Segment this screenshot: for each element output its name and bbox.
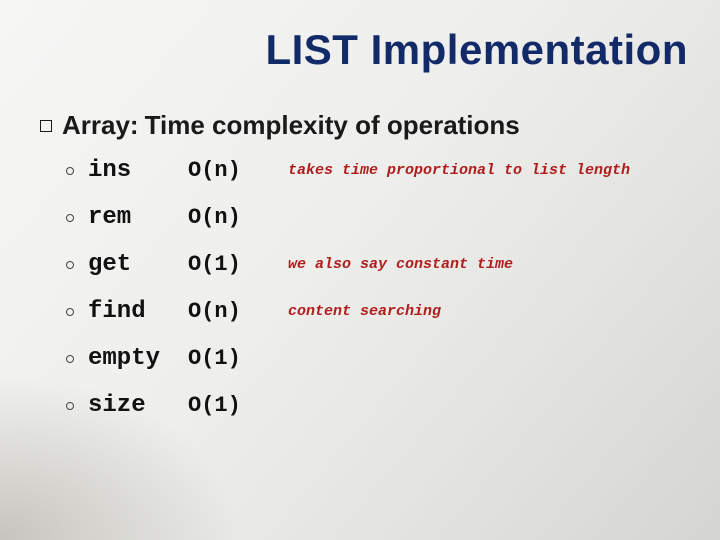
op-complexity: O(n) bbox=[188, 299, 288, 324]
list-item: ins O(n) takes time proportional to list… bbox=[66, 157, 696, 184]
circle-bullet-icon bbox=[66, 308, 74, 316]
circle-bullet-icon bbox=[66, 167, 74, 175]
op-name: find bbox=[88, 298, 188, 325]
op-note: takes time proportional to list length bbox=[288, 162, 630, 179]
op-name: size bbox=[88, 392, 188, 419]
circle-bullet-icon bbox=[66, 261, 74, 269]
circle-bullet-icon bbox=[66, 355, 74, 363]
array-bullet-line: Array: Time complexity of operations bbox=[40, 110, 696, 141]
slide-content: Array: Time complexity of operations ins… bbox=[40, 110, 696, 439]
op-complexity: O(1) bbox=[188, 252, 288, 277]
list-item: size O(1) bbox=[66, 392, 696, 419]
square-bullet-icon bbox=[40, 120, 52, 132]
op-note: content searching bbox=[288, 303, 441, 320]
op-note: we also say constant time bbox=[288, 256, 513, 273]
list-item: get O(1) we also say constant time bbox=[66, 251, 696, 278]
slide-title: LIST Implementation bbox=[0, 26, 688, 74]
op-complexity: O(1) bbox=[188, 346, 288, 371]
array-label: Array: bbox=[62, 110, 139, 141]
op-complexity: O(1) bbox=[188, 393, 288, 418]
op-complexity: O(n) bbox=[188, 205, 288, 230]
circle-bullet-icon bbox=[66, 402, 74, 410]
list-item: empty O(1) bbox=[66, 345, 696, 372]
operations-list: ins O(n) takes time proportional to list… bbox=[66, 157, 696, 419]
list-item: find O(n) content searching bbox=[66, 298, 696, 325]
op-name: ins bbox=[88, 157, 188, 184]
op-name: empty bbox=[88, 345, 188, 372]
circle-bullet-icon bbox=[66, 214, 74, 222]
op-name: get bbox=[88, 251, 188, 278]
list-item: rem O(n) bbox=[66, 204, 696, 231]
array-subtitle: Time complexity of operations bbox=[145, 110, 520, 141]
op-complexity: O(n) bbox=[188, 158, 288, 183]
slide: LIST Implementation Array: Time complexi… bbox=[0, 0, 720, 540]
op-name: rem bbox=[88, 204, 188, 231]
